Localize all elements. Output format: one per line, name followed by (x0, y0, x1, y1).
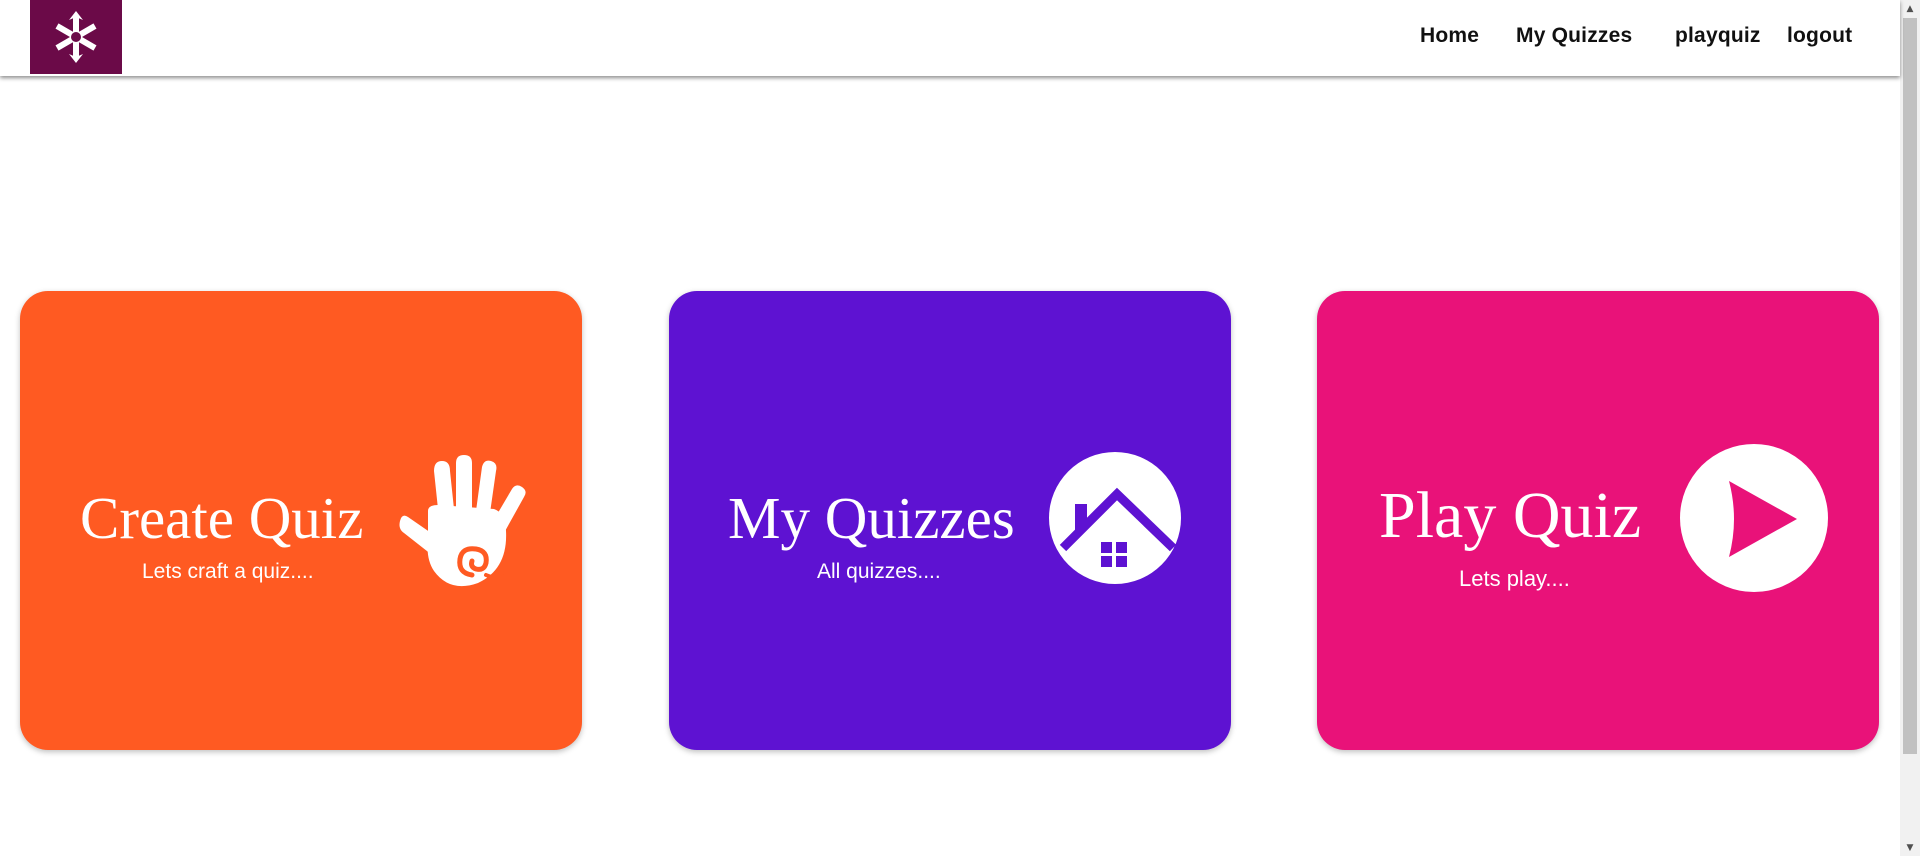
create-quiz-title: Create Quiz (80, 485, 364, 551)
nav-my-quizzes-link[interactable]: My Quizzes (1516, 24, 1632, 48)
nav-logout-link[interactable]: logout (1787, 24, 1852, 48)
nav-home-link[interactable]: Home (1420, 24, 1479, 48)
scroll-down-arrow-icon[interactable]: ▼ (1900, 839, 1920, 856)
vertical-scrollbar[interactable]: ▲ ▼ (1900, 0, 1920, 856)
create-quiz-subtitle: Lets craft a quiz.... (142, 560, 314, 583)
snowflake-logo-icon (55, 11, 97, 63)
navbar: Home My Quizzes playquiz logout (0, 0, 1900, 76)
my-quizzes-subtitle: All quizzes.... (817, 560, 941, 583)
logo[interactable] (30, 0, 122, 74)
scroll-up-arrow-icon[interactable]: ▲ (1900, 0, 1920, 17)
play-icon (1680, 444, 1828, 592)
page: Home My Quizzes playquiz logout Create Q… (0, 0, 1920, 856)
create-quiz-card[interactable]: Create Quiz Lets craft a quiz.... (20, 291, 582, 750)
play-quiz-subtitle: Lets play.... (1459, 566, 1570, 591)
play-quiz-title: Play Quiz (1379, 479, 1642, 552)
play-quiz-card[interactable]: Play Quiz Lets play.... (1317, 291, 1879, 750)
hand-icon (399, 455, 526, 587)
house-icon (1049, 452, 1181, 584)
my-quizzes-card[interactable]: My Quizzes All quizzes.... (669, 291, 1231, 750)
scroll-thumb[interactable] (1903, 18, 1917, 754)
my-quizzes-title: My Quizzes (728, 485, 1015, 551)
nav-playquiz-link[interactable]: playquiz (1675, 24, 1761, 48)
